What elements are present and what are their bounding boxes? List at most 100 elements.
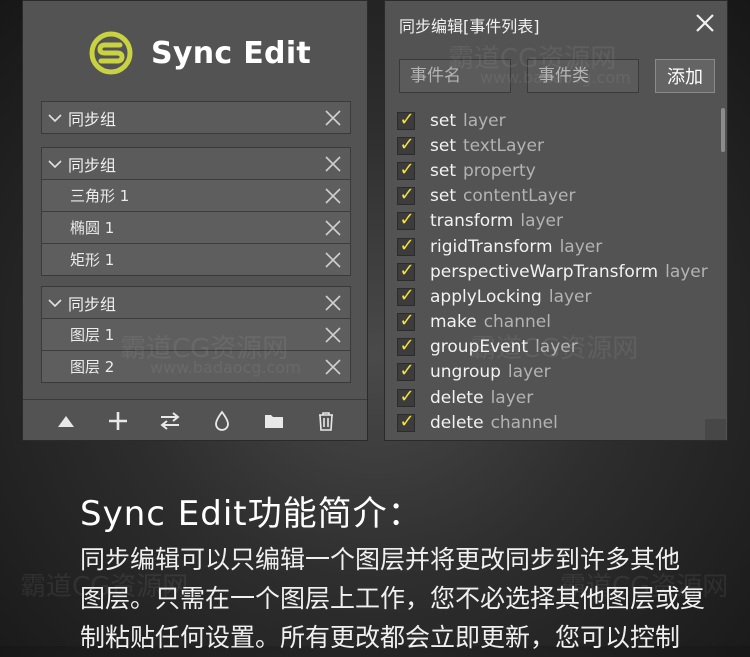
swap-button[interactable] <box>157 408 183 434</box>
sync-group[interactable]: 同步组 图层 1 图层 2 <box>41 286 351 383</box>
sync-group[interactable]: 同步组 三角形 1 椭圆 1 矩形 1 <box>41 147 351 276</box>
event-checkbox[interactable]: ✓ <box>397 386 415 407</box>
close-icon <box>325 187 341 204</box>
move-up-button[interactable] <box>53 408 79 434</box>
event-type: layer <box>665 261 708 282</box>
plus-icon <box>109 412 127 430</box>
event-checkbox[interactable]: ✓ <box>397 335 415 357</box>
event-checkbox[interactable]: ✓ <box>397 285 415 306</box>
event-row[interactable]: ✓ set textLayer <box>397 133 717 158</box>
layer-item[interactable]: 图层 1 <box>42 318 350 350</box>
chevron-down-icon[interactable] <box>48 296 62 310</box>
close-icon <box>696 14 714 32</box>
layer-item-label: 图层 2 <box>70 358 115 376</box>
group-header[interactable]: 同步组 <box>42 148 350 179</box>
close-icon <box>325 326 341 343</box>
remove-layer-button[interactable] <box>324 251 342 269</box>
group-header[interactable]: 同步组 <box>42 102 350 133</box>
resize-corner[interactable] <box>705 419 726 440</box>
remove-group-button[interactable] <box>324 294 342 312</box>
close-icon <box>325 294 341 311</box>
event-checkbox[interactable]: ✓ <box>397 184 415 206</box>
sync-groups-panel: Sync Edit 同步组 同步组 三角形 1 椭圆 1 矩形 1 同步组 图层… <box>22 0 368 441</box>
event-checkbox[interactable]: ✓ <box>397 109 415 130</box>
add-event-button[interactable]: 添加 <box>655 59 715 93</box>
event-name-input[interactable]: 事件名 <box>399 59 511 93</box>
event-row[interactable]: ✓ delete layer <box>397 385 717 410</box>
close-icon <box>325 155 341 172</box>
event-checkbox[interactable]: ✓ <box>397 411 415 432</box>
event-name: delete <box>430 412 484 433</box>
event-row[interactable]: ✓ transform layer <box>397 209 717 234</box>
event-row[interactable]: ✓ ungroup layer <box>397 360 717 385</box>
intro-line: 图层。只需在一个图层上工作，您不必选择其他图层或复 <box>80 584 706 613</box>
event-row[interactable]: ✓ perspectiveWarpTransform layer <box>397 259 717 284</box>
event-type-input[interactable]: 事件类 <box>527 59 639 93</box>
event-checkbox[interactable]: ✓ <box>397 159 415 180</box>
fill-button[interactable] <box>209 408 235 434</box>
event-type: layer <box>520 211 563 232</box>
sync-group[interactable]: 同步组 <box>41 101 351 134</box>
chevron-down-icon[interactable] <box>48 111 62 125</box>
event-type: layer <box>462 110 506 131</box>
event-name: applyLocking <box>430 286 542 307</box>
layer-item[interactable]: 图层 2 <box>42 350 350 382</box>
layer-item-label: 图层 1 <box>70 326 115 344</box>
event-row[interactable]: ✓ delete channel <box>397 410 717 435</box>
intro-line: 同步编辑可以只编辑一个图层并将更改同步到许多其他 <box>80 545 681 574</box>
close-icon <box>325 219 341 236</box>
folder-button[interactable] <box>261 408 287 434</box>
panel-title: 同步编辑[事件列表] <box>399 17 540 36</box>
remove-group-button[interactable] <box>324 155 342 173</box>
event-checkbox[interactable]: ✓ <box>397 360 415 382</box>
app-logo: Sync Edit <box>89 31 311 75</box>
layer-item[interactable]: 矩形 1 <box>42 243 350 275</box>
group-header[interactable]: 同步组 <box>42 287 350 318</box>
groups-toolbar <box>23 399 367 442</box>
event-checkbox[interactable]: ✓ <box>397 260 415 281</box>
event-type: layer <box>490 387 534 408</box>
event-row[interactable]: ✓ set contentLayer <box>397 184 717 209</box>
logo-text: Sync Edit <box>151 35 312 71</box>
event-checkbox[interactable]: ✓ <box>397 310 415 332</box>
trash-icon <box>319 412 333 431</box>
event-name: ungroup <box>430 362 501 383</box>
check-icon: ✓ <box>399 158 415 180</box>
event-name: delete <box>430 387 484 408</box>
add-group-button[interactable] <box>105 408 131 434</box>
event-checkbox[interactable]: ✓ <box>397 235 415 256</box>
delete-button[interactable] <box>313 408 339 434</box>
remove-layer-button[interactable] <box>324 326 342 344</box>
remove-layer-button[interactable] <box>324 187 342 205</box>
event-row[interactable]: ✓ set property <box>397 158 717 183</box>
folder-icon <box>265 415 283 428</box>
layer-item[interactable]: 椭圆 1 <box>42 211 350 243</box>
event-checkbox[interactable]: ✓ <box>397 209 415 231</box>
event-name: make <box>430 312 477 333</box>
check-icon: ✓ <box>399 284 415 306</box>
event-checkbox[interactable]: ✓ <box>397 134 415 155</box>
event-name: set <box>430 110 456 131</box>
close-panel-button[interactable] <box>690 8 720 38</box>
event-row[interactable]: ✓ make channel <box>397 310 717 335</box>
check-icon: ✓ <box>399 385 415 407</box>
close-icon <box>325 251 341 268</box>
event-name: perspectiveWarpTransform <box>430 261 659 282</box>
event-row[interactable]: ✓ applyLocking layer <box>397 284 717 309</box>
remove-layer-button[interactable] <box>324 219 342 237</box>
layer-item[interactable]: 三角形 1 <box>42 179 350 211</box>
intro-title: Sync Edit功能简介： <box>80 494 423 534</box>
event-row[interactable]: ✓ set layer <box>397 108 717 133</box>
remove-group-button[interactable] <box>324 109 342 127</box>
sync-logo-icon <box>89 31 133 75</box>
close-icon <box>325 109 341 126</box>
event-list: ✓ set layer ✓ set textLayer ✓ set property ✓ set co… <box>397 108 717 435</box>
scrollbar[interactable] <box>721 108 725 152</box>
remove-layer-button[interactable] <box>324 358 342 376</box>
event-row[interactable]: ✓ rigidTransform layer <box>397 234 717 259</box>
chevron-down-icon[interactable] <box>48 157 62 171</box>
check-icon: ✓ <box>399 310 415 332</box>
event-row[interactable]: ✓ groupEvent layer <box>397 335 717 360</box>
event-name: transform <box>430 211 514 232</box>
event-list-panel: 同步编辑[事件列表] 事件名 事件类 添加 ✓ set layer ✓ set textL… <box>384 0 728 441</box>
